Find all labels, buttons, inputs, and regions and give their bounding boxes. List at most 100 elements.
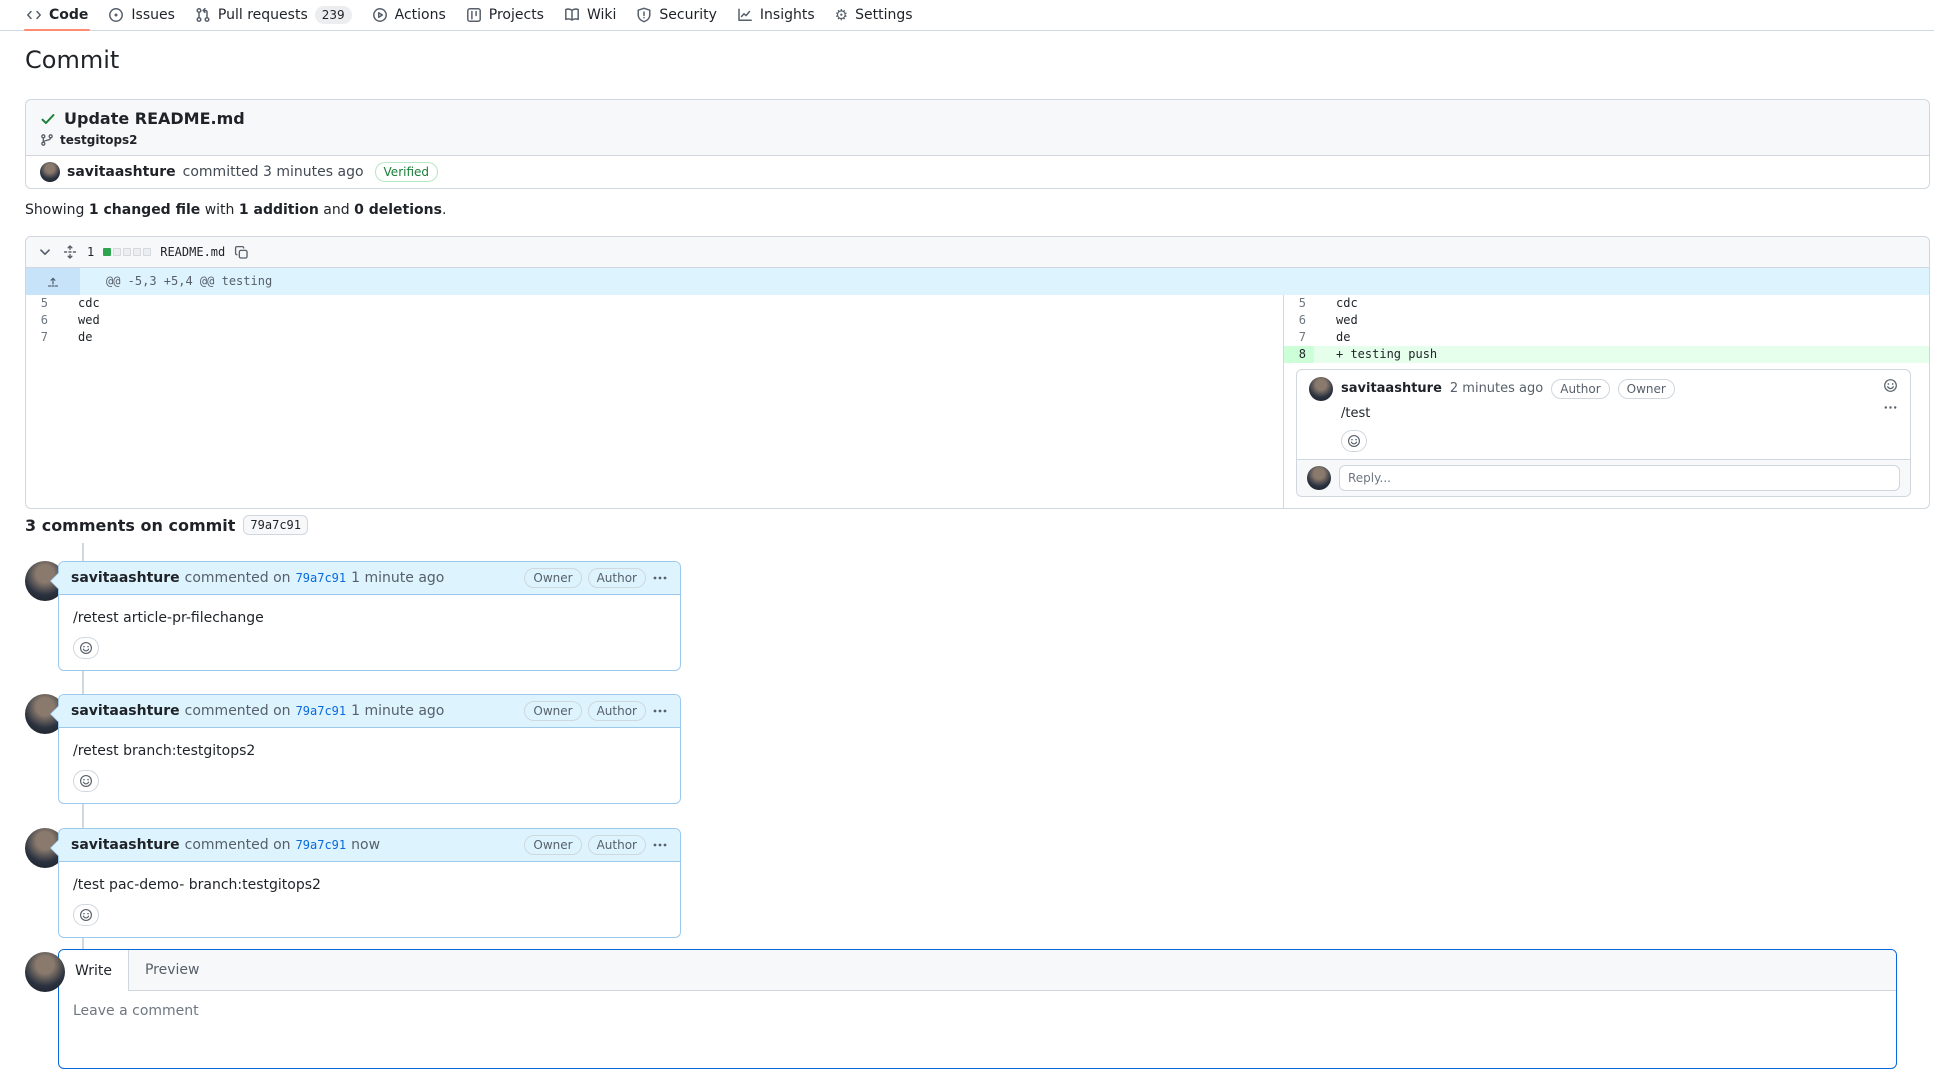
avatar[interactable] [25,952,65,992]
chevron-down-icon[interactable] [37,244,53,260]
pull-request-icon [195,7,211,23]
diff-line[interactable]: 7de [1284,329,1929,346]
actions-icon [372,7,388,23]
diff-line[interactable]: 6wed [26,312,1283,329]
commit-sha-link[interactable]: 79a7c91 [296,701,347,721]
comment-time: 1 minute ago [351,701,444,721]
tab-issues-label: Issues [131,7,175,23]
diff-split-body: 5cdc 6wed 7de 5cdc 6wed 7de 8+ testing p… [26,295,1929,508]
commit-author[interactable]: savitaashture [67,161,176,183]
diff-line[interactable]: 7de [26,329,1283,346]
git-branch-icon [40,133,54,147]
owner-badge: Owner [524,701,581,721]
projects-icon [466,7,482,23]
tab-settings-label: Settings [855,7,912,23]
owner-badge: Owner [1618,379,1675,399]
avatar[interactable] [1307,466,1331,490]
add-reaction-button[interactable] [73,904,99,926]
comment-author[interactable]: savitaashture [71,835,180,855]
tab-insights-label: Insights [760,7,815,23]
comment-time: 1 minute ago [351,568,444,588]
copy-icon[interactable] [234,245,249,260]
security-icon [636,7,652,23]
kebab-icon[interactable] [652,703,668,719]
commit-box-footer: savitaashture committed 3 minutes ago Ve… [26,155,1929,188]
comment-body: /retest article-pr-filechange [59,595,680,628]
unfold-all-icon[interactable] [62,244,78,260]
inline-comment-time: 2 minutes ago [1450,378,1543,400]
expand-up-icon[interactable] [26,268,80,295]
commit-action-text: committed 3 minutes ago [183,161,364,183]
comment-textarea[interactable] [73,1003,1882,1053]
kebab-icon[interactable] [652,837,668,853]
tab-code[interactable]: Code [16,0,98,30]
diff-right-column: 5cdc 6wed 7de 8+ testing push savitaasht… [1283,295,1929,508]
smiley-icon[interactable] [1883,378,1898,393]
owner-badge: Owner [524,568,581,588]
tab-pull-requests[interactable]: Pull requests 239 [185,0,362,30]
tab-projects[interactable]: Projects [456,0,554,30]
settings-icon: ⚙ [835,8,848,23]
commit-sha-link[interactable]: 79a7c91 [296,835,347,855]
reply-input[interactable] [1339,465,1900,491]
diff-file-name[interactable]: README.md [160,245,225,259]
author-badge: Author [1551,379,1609,399]
comment-author[interactable]: savitaashture [71,568,180,588]
diff-line[interactable]: 6wed [1284,312,1929,329]
tab-wiki-label: Wiki [587,7,616,23]
tab-wiki[interactable]: Wiki [554,0,626,30]
commit-comment: savitaashture commented on 79a7c91 1 min… [25,561,681,671]
diff-summary: Showing 1 changed file with 1 addition a… [25,200,446,220]
inline-comment-thread: savitaashture 2 minutes ago Author Owner… [1296,369,1911,497]
diff-file-header: 1 README.md [26,237,1929,268]
commit-comment: savitaashture commented on 79a7c91 now O… [25,828,681,938]
author-badge: Author [588,568,646,588]
tab-insights[interactable]: Insights [727,0,825,30]
avatar[interactable] [1309,377,1333,401]
diff-line[interactable]: 5cdc [1284,295,1929,312]
commit-sha-link[interactable]: 79a7c91 [296,568,347,588]
author-badge: Author [588,701,646,721]
tab-write[interactable]: Write [59,950,129,991]
avatar[interactable] [40,162,60,182]
comment-body: /retest branch:testgitops2 [59,728,680,761]
diff-stat-squares [103,248,151,256]
kebab-icon[interactable] [1883,400,1898,415]
tab-preview[interactable]: Preview [129,950,216,990]
pull-requests-counter: 239 [315,6,352,24]
tab-code-label: Code [49,7,88,23]
verified-badge[interactable]: Verified [375,162,439,182]
commit-sha-chip[interactable]: 79a7c91 [243,515,308,535]
diff-left-column: 5cdc 6wed 7de [26,295,1283,508]
diff-line-added[interactable]: 8+ testing push [1284,346,1929,363]
comment-time: now [351,835,380,855]
comment-body: /test pac-demo- branch:testgitops2 [59,862,680,895]
comments-header: 3 comments on commit 79a7c91 [25,515,308,535]
inline-comment-author[interactable]: savitaashture [1341,378,1442,400]
comment-composer: Write Preview [25,949,1897,1069]
inline-comment-body: /test [1341,405,1898,423]
tab-actions[interactable]: Actions [362,0,456,30]
add-reaction-button[interactable] [1341,430,1367,452]
composer-tabs: Write Preview [59,950,1896,991]
commit-title: Update README.md [64,109,245,129]
tab-issues[interactable]: Issues [98,0,185,30]
hunk-header-row: @@ -5,3 +5,4 @@ testing [26,268,1929,295]
diff-line[interactable]: 5cdc [26,295,1283,312]
diff-stat-count: 1 [87,245,94,259]
add-reaction-button[interactable] [73,637,99,659]
tab-security[interactable]: Security [626,0,727,30]
commit-box-header: Update README.md testgitops2 [26,100,1929,155]
tab-settings[interactable]: ⚙ Settings [825,0,923,30]
kebab-icon[interactable] [652,570,668,586]
commit-branch[interactable]: testgitops2 [60,133,138,147]
commit-box: Update README.md testgitops2 savitaashtu… [25,99,1930,189]
add-reaction-button[interactable] [73,770,99,792]
repo-nav: Code Issues Pull requests 239 Actions Pr… [0,0,1934,31]
tab-pull-requests-label: Pull requests [218,7,308,23]
wiki-icon [564,7,580,23]
comment-author[interactable]: savitaashture [71,701,180,721]
comments-header-text: 3 comments on commit [25,516,235,535]
page-title: Commit [25,46,119,74]
insights-icon [737,7,753,23]
